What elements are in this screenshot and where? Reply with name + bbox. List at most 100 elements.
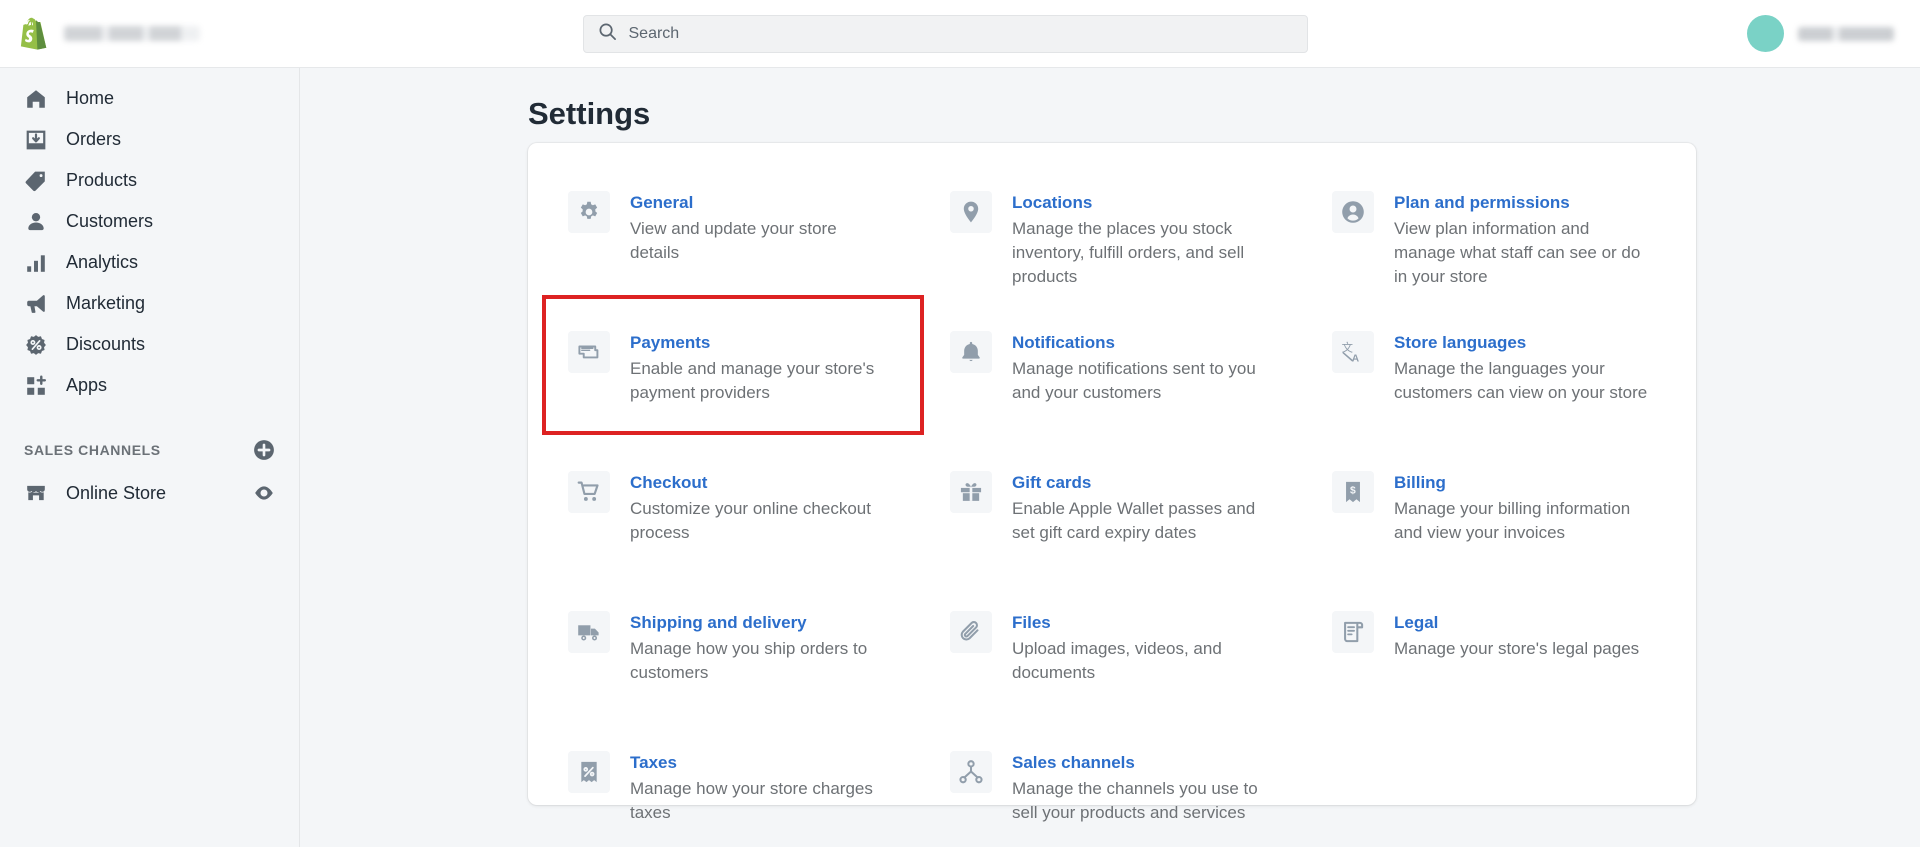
settings-grid: General View and update your store detai…	[528, 143, 1696, 847]
settings-item-desc: View plan information and manage what st…	[1394, 217, 1652, 289]
settings-item-desc: Upload images, videos, and documents	[1012, 637, 1270, 685]
settings-item-title[interactable]: Files	[1012, 612, 1270, 635]
settings-item-legal[interactable]: Legal Manage your store's legal pages	[1292, 599, 1674, 739]
plus-circle-icon[interactable]	[253, 439, 275, 461]
taxes-receipt-percent-icon	[568, 751, 610, 793]
settings-item-title[interactable]: General	[630, 192, 888, 215]
settings-item-desc: Manage how you ship orders to customers	[630, 637, 888, 685]
settings-item-title[interactable]: Shipping and delivery	[630, 612, 888, 635]
settings-item-sales-channels[interactable]: Sales channels Manage the channels you u…	[910, 739, 1292, 847]
search-area	[300, 15, 1590, 53]
settings-item-title[interactable]: Billing	[1394, 472, 1652, 495]
legal-scroll-icon	[1332, 611, 1374, 653]
eye-icon[interactable]	[253, 482, 275, 504]
settings-item-payments[interactable]: Payments Enable and manage your store's …	[528, 319, 910, 459]
sidebar-item-label: Customers	[66, 211, 153, 232]
settings-item-title[interactable]: Payments	[630, 332, 888, 355]
settings-grid-empty-cell	[1292, 739, 1674, 847]
settings-item-title[interactable]: Taxes	[630, 752, 888, 775]
settings-item-desc: View and update your store details	[630, 217, 888, 265]
settings-item-shipping-and-delivery[interactable]: Shipping and delivery Manage how you shi…	[528, 599, 910, 739]
sidebar-item-home[interactable]: Home	[0, 78, 299, 119]
sidebar-item-label: Analytics	[66, 252, 138, 273]
sidebar-item-marketing[interactable]: Marketing	[0, 283, 299, 324]
sidebar-item-label: Marketing	[66, 293, 145, 314]
settings-item-taxes[interactable]: Taxes Manage how your store charges taxe…	[528, 739, 910, 847]
translate-icon: 文A	[1332, 331, 1374, 373]
sales-channels-nodes-icon	[950, 751, 992, 793]
orders-inbox-icon	[24, 128, 48, 152]
user-menu[interactable]	[1590, 15, 1920, 52]
paperclip-icon	[950, 611, 992, 653]
settings-item-title[interactable]: Plan and permissions	[1394, 192, 1652, 215]
sidebar-item-orders[interactable]: Orders	[0, 119, 299, 160]
settings-item-desc: Enable and manage your store's payment p…	[630, 357, 888, 405]
top-bar	[0, 0, 1920, 68]
gift-box-icon	[950, 471, 992, 513]
sidebar-item-label: Orders	[66, 129, 121, 150]
settings-item-desc: Manage how your store charges taxes	[630, 777, 888, 825]
sidebar-item-products[interactable]: Products	[0, 160, 299, 201]
payments-card-icon	[568, 331, 610, 373]
svg-text:A: A	[1352, 354, 1360, 364]
settings-item-title[interactable]: Store languages	[1394, 332, 1652, 355]
settings-item-checkout[interactable]: Checkout Customize your online checkout …	[528, 459, 910, 599]
sidebar-item-analytics[interactable]: Analytics	[0, 242, 299, 283]
products-tag-icon	[24, 169, 48, 193]
discounts-percent-badge-icon	[24, 333, 48, 357]
truck-icon	[568, 611, 610, 653]
sidebar-item-label: Apps	[66, 375, 107, 396]
channel-label: Online Store	[66, 483, 235, 504]
settings-item-general[interactable]: General View and update your store detai…	[528, 179, 910, 319]
settings-item-title[interactable]: Notifications	[1012, 332, 1270, 355]
settings-item-desc: Manage your billing information and view…	[1394, 497, 1652, 545]
sidebar-item-apps[interactable]: Apps	[0, 365, 299, 406]
settings-item-desc: Manage notifications sent to you and you…	[1012, 357, 1270, 405]
settings-item-desc: Manage the languages your customers can …	[1394, 357, 1652, 405]
user-name	[1798, 27, 1894, 41]
settings-item-store-languages[interactable]: 文A Store languages Manage the languages …	[1292, 319, 1674, 459]
settings-item-notifications[interactable]: Notifications Manage notifications sent …	[910, 319, 1292, 459]
settings-item-desc: Manage your store's legal pages	[1394, 637, 1639, 661]
avatar	[1747, 15, 1784, 52]
settings-item-desc: Enable Apple Wallet passes and set gift …	[1012, 497, 1270, 545]
analytics-bar-chart-icon	[24, 251, 48, 275]
sidebar-item-discounts[interactable]: Discounts	[0, 324, 299, 365]
billing-dollar-ribbon-icon: $	[1332, 471, 1374, 513]
settings-item-desc: Manage the channels you use to sell your…	[1012, 777, 1270, 825]
settings-item-desc: Customize your online checkout process	[630, 497, 888, 545]
store-name	[64, 26, 200, 41]
page-title: Settings	[528, 96, 1920, 132]
settings-item-title[interactable]: Locations	[1012, 192, 1270, 215]
sidebar: Home Orders Products Customers Analytics…	[0, 68, 300, 847]
settings-item-files[interactable]: Files Upload images, videos, and documen…	[910, 599, 1292, 739]
sidebar-item-label: Products	[66, 170, 137, 191]
settings-item-title[interactable]: Sales channels	[1012, 752, 1270, 775]
settings-item-title[interactable]: Checkout	[630, 472, 888, 495]
customers-person-icon	[24, 210, 48, 234]
search-box[interactable]	[583, 15, 1308, 53]
brand-area[interactable]	[0, 17, 300, 51]
settings-item-gift-cards[interactable]: Gift cards Enable Apple Wallet passes an…	[910, 459, 1292, 599]
sales-channels-section-header: SALES CHANNELS	[0, 428, 299, 472]
settings-item-locations[interactable]: Locations Manage the places you stock in…	[910, 179, 1292, 319]
sidebar-item-online-store[interactable]: Online Store	[0, 472, 299, 514]
apps-grid-plus-icon	[24, 374, 48, 398]
home-icon	[24, 87, 48, 111]
sidebar-item-customers[interactable]: Customers	[0, 201, 299, 242]
person-circle-icon	[1332, 191, 1374, 233]
shopify-bag-logo	[18, 17, 50, 51]
settings-item-billing[interactable]: $ Billing Manage your billing informatio…	[1292, 459, 1674, 599]
settings-item-title[interactable]: Legal	[1394, 612, 1639, 635]
svg-text:$: $	[1350, 486, 1356, 497]
settings-item-title[interactable]: Gift cards	[1012, 472, 1270, 495]
settings-item-plan-and-permissions[interactable]: Plan and permissions View plan informati…	[1292, 179, 1674, 319]
search-icon	[598, 22, 617, 46]
gear-icon	[568, 191, 610, 233]
sidebar-item-label: Home	[66, 88, 114, 109]
storefront-icon	[24, 481, 48, 505]
settings-card: General View and update your store detai…	[528, 143, 1696, 805]
location-pin-icon	[950, 191, 992, 233]
search-input[interactable]	[629, 25, 1293, 43]
marketing-megaphone-icon	[24, 292, 48, 316]
